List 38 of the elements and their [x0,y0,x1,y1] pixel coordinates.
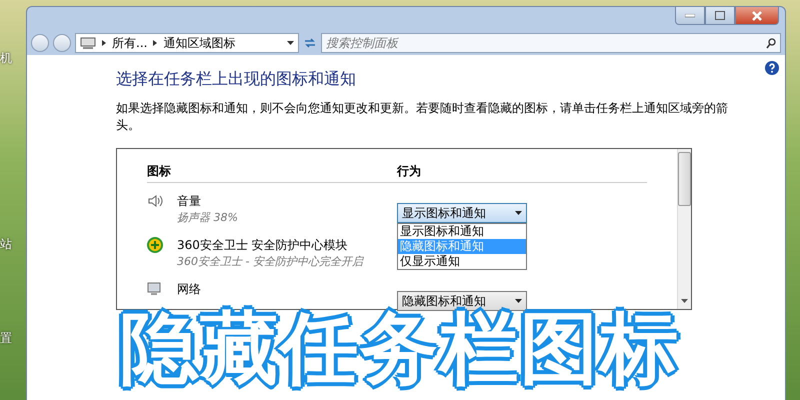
minimize-button[interactable] [675,7,705,25]
icon-name: 网络 [177,281,202,298]
network-icon [147,281,163,297]
desktop-icon-label: 站 [0,236,12,253]
breadcrumb[interactable]: 通知区域图标 [163,34,236,52]
shield-icon [147,237,163,253]
close-icon [752,10,762,20]
dropdown-arrow-icon[interactable] [287,41,294,45]
computer-icon [80,37,96,49]
maximize-button[interactable] [705,7,735,25]
chevron-icon [102,40,106,46]
desktop-icon-label: 机 [0,50,12,67]
page-heading: 选择在任务栏上出现的图标和通知 [116,69,357,90]
help-icon[interactable] [765,61,779,75]
caret-icon [515,299,522,303]
icon-name: 360安全卫士 安全防护中心模块 [177,237,349,254]
column-header: 行为 [397,163,421,180]
address-bar[interactable]: 所有... 通知区域图标 [75,33,299,53]
icon-detail: 360安全卫士 - 安全防护中心完全开启 [177,254,365,269]
refresh-icon[interactable] [303,37,317,49]
dropdown-option[interactable]: 仅显示通知 [398,254,526,269]
behavior-dropdown[interactable]: 显示图标和通知 [397,203,527,223]
description-text: 如果选择隐藏图标和通知，则不会向您通知更改和更新。若要随时查看隐藏的图标，请单击任务栏上通知区域旁的箭头。 [116,100,729,134]
icon-name: 音量 [177,193,202,210]
speaker-icon [147,193,163,209]
search-icon[interactable] [766,38,776,49]
close-button[interactable] [735,7,779,25]
breadcrumb[interactable]: 所有... [112,34,148,52]
caret-icon [515,211,522,215]
column-header: 图标 [147,163,172,180]
minimize-icon [685,14,695,18]
search-field[interactable]: 搜索控制面板 [321,33,781,53]
scroll-down-arrow-icon[interactable] [681,299,688,303]
maximize-icon [715,11,725,20]
icon-detail: 扬声器 38% [177,210,239,225]
dropdown-option[interactable]: 显示图标和通知 [398,224,526,239]
desktop-icon-label: 置 [0,330,12,347]
chevron-icon [153,40,158,46]
